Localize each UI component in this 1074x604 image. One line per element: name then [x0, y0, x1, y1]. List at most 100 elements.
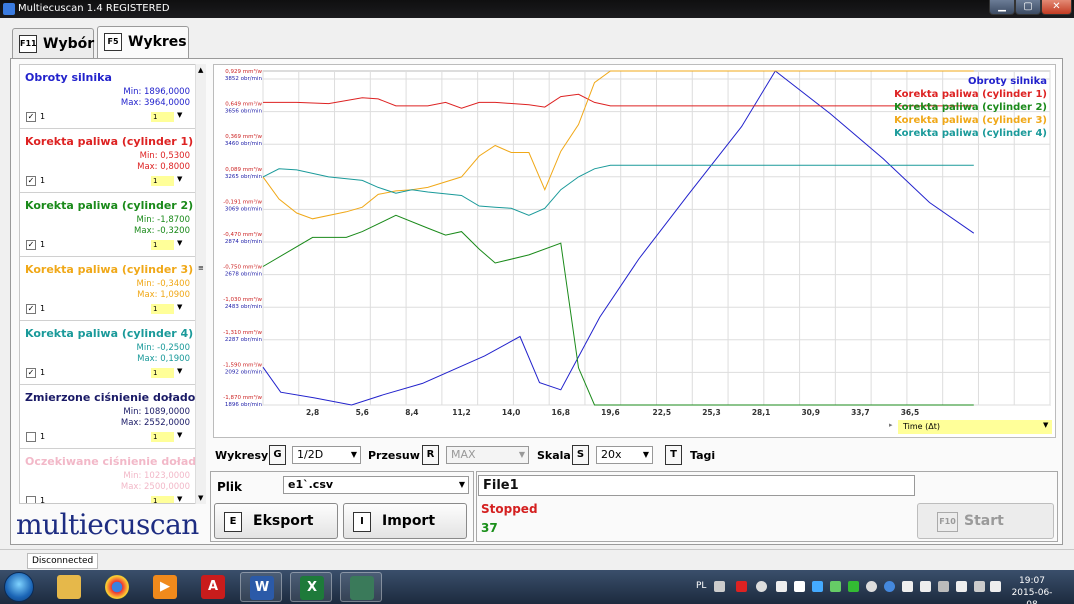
taskbar-excel[interactable]: X	[290, 572, 332, 602]
sensor-axis-select[interactable]: 1	[151, 432, 174, 442]
chevron-down-icon[interactable]: ▼	[177, 367, 182, 375]
sensor-checkbox[interactable]: ✓	[26, 368, 36, 378]
keyboard-icon[interactable]	[714, 581, 725, 592]
signal-icon[interactable]	[974, 581, 985, 592]
update-icon[interactable]	[866, 581, 877, 592]
tab-wykres[interactable]: F5 Wykres	[97, 26, 189, 59]
sensor-max: Max: 0,8000	[137, 162, 190, 172]
sensor-item[interactable]: Obroty silnika Min: 1896,0000 Max: 3964,00…	[20, 65, 196, 129]
tagi-key[interactable]: T	[665, 445, 682, 465]
legend-entry: Korekta paliwa (cylinder 2)	[894, 102, 1047, 113]
sensor-checkbox[interactable]	[26, 432, 36, 442]
sensor-axis-select[interactable]: 1	[151, 368, 174, 378]
tab-wybor[interactable]: F11 Wybór	[12, 28, 94, 58]
maximize-button[interactable]: ▢	[1015, 0, 1041, 15]
y-tick-label-fuel: -0,750 mm³/w	[223, 264, 262, 271]
time-axis-select[interactable]: Time (Δt)	[898, 420, 1052, 434]
sensor-axis-select[interactable]: 1	[151, 240, 174, 250]
file-select[interactable]: e1`.csv ▼	[283, 476, 469, 494]
sensor-item[interactable]: Oczekiwane ciśnienie doładowania Min: 102…	[20, 449, 205, 503]
przesuw-key[interactable]: R	[422, 445, 439, 465]
taskbar-chrome[interactable]	[96, 572, 138, 602]
y-tick-label-rpm: 2287 obr/min	[225, 337, 263, 343]
sensor-item[interactable]: Korekta paliwa (cylinder 1) Min: 0,5300 Ma…	[20, 129, 196, 193]
start-button[interactable]: F10 Start	[917, 503, 1054, 539]
windows-start-icon[interactable]	[4, 572, 34, 602]
sensor-number: 1	[40, 304, 46, 313]
sensor-item[interactable]: Zmierzone ciśnienie doładowania Min: 1089…	[20, 385, 205, 449]
bluetooth-icon[interactable]	[812, 581, 823, 592]
power-icon[interactable]	[938, 581, 949, 592]
import-key: I	[353, 512, 371, 532]
minimize-button[interactable]: ▁	[989, 0, 1015, 15]
wykresy-key[interactable]: G	[269, 445, 286, 465]
speaker-alert-icon[interactable]	[920, 581, 931, 592]
close-button[interactable]: ✕	[1041, 0, 1072, 15]
x-tick-label: 14,0	[502, 408, 521, 417]
sensor-axis-select[interactable]: 1	[151, 112, 174, 122]
chevron-down-icon[interactable]: ▼	[177, 239, 182, 247]
sensor-axis-select[interactable]: 1	[151, 304, 174, 314]
y-tick-label-rpm: 3265 obr/min	[225, 174, 263, 180]
windows-flag-icon[interactable]	[794, 581, 805, 592]
sensor-item[interactable]: Korekta paliwa (cylinder 2) Min: -1,8700 M…	[20, 193, 196, 257]
chevron-down-icon[interactable]: ▼	[177, 175, 182, 183]
volume-icon[interactable]	[990, 581, 1001, 592]
sensor-checkbox[interactable]: ✓	[26, 176, 36, 186]
taskbar-multiecuscan[interactable]	[340, 572, 382, 602]
record-file-name-input[interactable]: File1	[478, 475, 915, 496]
y-tick-label-fuel: -1,310 mm³/w	[223, 329, 262, 336]
scroll-grip-icon[interactable]: ≡	[198, 264, 204, 272]
settings-icon[interactable]	[756, 581, 767, 592]
tagi-label[interactable]: Tagi	[690, 449, 715, 462]
sensor-checkbox[interactable]: ✓	[26, 240, 36, 250]
sensor-item[interactable]: Korekta paliwa (cylinder 3) Min: -0,3400 M…	[20, 257, 196, 321]
y-tick-label-rpm: 2874 obr/min	[225, 239, 263, 245]
sensor-axis-select[interactable]: 1	[151, 176, 174, 186]
antivirus-icon[interactable]	[736, 581, 747, 592]
taskbar-pdf[interactable]: A	[192, 572, 234, 602]
skala-key[interactable]: S	[572, 445, 589, 465]
taskbar-explorer[interactable]	[48, 572, 90, 602]
chevron-down-icon[interactable]: ▼	[177, 303, 182, 311]
przesuw-select[interactable]: MAX ▼	[446, 446, 529, 464]
chevron-down-icon[interactable]: ▼	[177, 111, 182, 119]
skala-select[interactable]: 20x ▼	[596, 446, 653, 464]
language-indicator[interactable]: PL	[696, 581, 706, 591]
scroll-down-icon[interactable]: ▼	[198, 494, 203, 502]
chrome-icon	[105, 575, 129, 599]
y-tick-label-rpm: 3069 obr/min	[225, 206, 263, 212]
y-tick-label-rpm: 3460 obr/min	[225, 141, 263, 147]
tab-label: Wybór	[43, 36, 95, 52]
network-icon[interactable]	[956, 581, 967, 592]
sensor-checkbox[interactable]: ✓	[26, 304, 36, 314]
sensor-number: 1	[40, 112, 46, 121]
taskbar-word[interactable]: W	[240, 572, 282, 602]
x-tick-label: 19,6	[601, 408, 620, 417]
chevron-down-icon[interactable]: ▼	[1043, 421, 1048, 429]
import-button[interactable]: I Import	[343, 503, 467, 539]
onedrive-icon[interactable]	[776, 581, 787, 592]
action-center-icon[interactable]	[902, 581, 913, 592]
sensor-axis-select[interactable]: 1	[151, 496, 174, 503]
scroll-up-icon[interactable]: ▲	[198, 66, 203, 74]
wykresy-select[interactable]: 1/2D ▼	[292, 446, 361, 464]
sensor-checkbox[interactable]	[26, 496, 36, 503]
sensor-item[interactable]: Korekta paliwa (cylinder 4) Min: -0,2500 M…	[20, 321, 196, 385]
record-status: Stopped	[481, 502, 538, 516]
eksport-button[interactable]: E Eksport	[214, 503, 338, 539]
taskbar-media[interactable]: ▶	[144, 572, 186, 602]
app-icon	[3, 3, 15, 15]
info-icon[interactable]	[884, 581, 895, 592]
sensor-list-scrollbar[interactable]: ▲ ≡ ▼	[195, 64, 206, 504]
sensor-checkbox[interactable]: ✓	[26, 112, 36, 122]
chevron-down-icon[interactable]: ▼	[177, 495, 182, 503]
connection-status: Disconnected	[27, 553, 99, 569]
battery-icon[interactable]	[830, 581, 841, 592]
nvidia-icon[interactable]	[848, 581, 859, 592]
x-tick-label: 5,6	[356, 408, 369, 417]
time-scroll-left-icon[interactable]: ▸	[889, 421, 893, 429]
legend-entry: Obroty silnika	[968, 76, 1047, 87]
clock[interactable]: 19:07 2015-06-08	[1007, 575, 1057, 604]
chevron-down-icon[interactable]: ▼	[177, 431, 182, 439]
